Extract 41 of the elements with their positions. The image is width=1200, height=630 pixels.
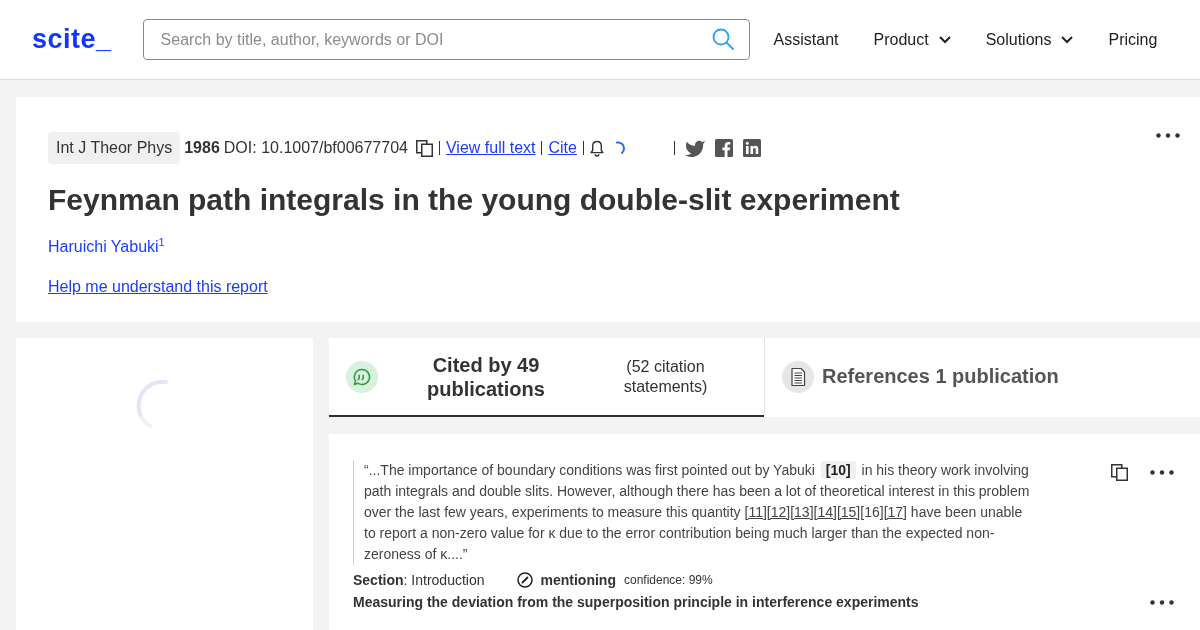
- paper-title: Feynman path integrals in the young double-slit experiment: [48, 183, 901, 217]
- nav-link[interactable]: Pricing: [1108, 30, 1158, 49]
- reference-link[interactable]: [15]: [836, 504, 861, 520]
- document-icon: [782, 360, 814, 393]
- linkedin-icon[interactable]: [742, 139, 761, 157]
- section-label: Section: Introduction: [353, 572, 485, 588]
- bell-icon[interactable]: [589, 139, 604, 157]
- nav-link[interactable]: Product: [873, 30, 951, 49]
- more-options-icon[interactable]: [1156, 133, 1180, 138]
- loading-spinner-icon: [615, 140, 626, 156]
- loading-spinner-icon: [134, 380, 168, 430]
- search-icon[interactable]: [711, 28, 734, 50]
- copy-icon[interactable]: [1111, 464, 1128, 481]
- citing-paper-title[interactable]: Measuring the deviation from the superposition principle in interference experiments: [353, 594, 919, 610]
- twitter-icon[interactable]: [684, 139, 705, 157]
- reference-link[interactable]: [13]: [790, 504, 814, 520]
- doi-text: DOI: 10.1007/bf00677704: [223, 139, 408, 157]
- copy-icon[interactable]: [415, 139, 433, 157]
- search-field[interactable]: Search by title, author, keywords or DOI: [142, 19, 750, 60]
- more-options-icon[interactable]: [1150, 470, 1174, 475]
- citation-marker[interactable]: [10]: [820, 461, 856, 479]
- classification-label: mentioning: [540, 572, 616, 588]
- paper-link[interactable]: View full text: [445, 139, 536, 157]
- speech-bubble-icon: [346, 360, 378, 393]
- scite-logo[interactable]: scite_: [32, 24, 112, 55]
- facebook-icon[interactable]: [714, 139, 733, 157]
- reference-link[interactable]: [12]: [766, 504, 791, 520]
- help-link[interactable]: Help me understand this report: [48, 278, 268, 297]
- reference-link[interactable]: [17]: [883, 504, 907, 520]
- nav-link[interactable]: Solutions: [985, 30, 1074, 49]
- citation-quote: “...The importance of boundary conditions was first pointed out by Yabuki [10] in his theory work involving path integrals and double slits. However, although there has been a lot of theoretical interest in this problem over the last few years, experiments to measure this quantity [11][12][13][14][15][16][17] have been unable to report a non-zero value for κ due to the error contribution being much larger than the expected non-zeroness of κ....”: [353, 460, 1032, 565]
- more-options-icon[interactable]: [1150, 599, 1174, 605]
- author-link[interactable]: Haruichi Yabuki$^{1}$: [48, 238, 165, 256]
- nav-link[interactable]: Assistant: [773, 30, 839, 49]
- reference-link[interactable]: [14]: [813, 504, 837, 520]
- paper-link[interactable]: Cite: [548, 139, 577, 157]
- publication-year: 1986: [184, 139, 220, 157]
- confidence-label: confidence: 99%: [623, 573, 713, 587]
- circle-slash-icon: [516, 572, 533, 588]
- journal-tag[interactable]: Int J Theor Phys: [48, 132, 181, 164]
- reference-link[interactable]: [11]: [744, 504, 767, 520]
